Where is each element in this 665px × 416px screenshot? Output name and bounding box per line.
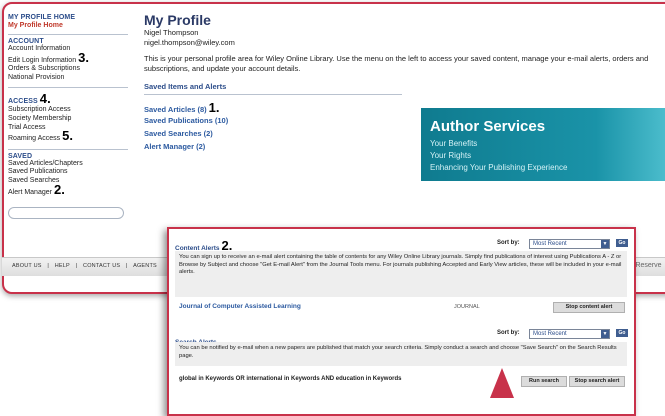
annotation-number: 3. <box>78 49 89 65</box>
stop-content-alert-button[interactable]: Stop content alert <box>553 302 625 313</box>
sidebar-search-pill[interactable] <box>8 207 124 220</box>
content-alerts-text: You can sign up to receive an e-mail ale… <box>179 254 622 275</box>
alert-manager-panel: Content Alerts 2. Sort by: Most Recent ▼ … <box>167 227 636 416</box>
search-alerts-text: You can be notified by e-mail when a new… <box>179 345 617 359</box>
user-name: Nigel Thompson <box>144 28 199 37</box>
sidebar-divider <box>8 87 128 89</box>
annotation-number: 1. <box>208 100 220 115</box>
annotation-number: 5. <box>62 128 73 144</box>
banner-line: Your Rights <box>430 151 472 160</box>
banner-line: Your Benefits <box>430 139 478 148</box>
go-button[interactable]: Go <box>616 329 628 337</box>
sidebar-item-subscription-access[interactable]: Subscription Access <box>8 106 128 115</box>
sort-label: Sort by: <box>497 240 520 246</box>
footer-separator: | <box>126 263 128 269</box>
banner-line: Enhancing Your Publishing Experience <box>430 163 568 172</box>
sidebar-item-alert-manager[interactable]: Alert Manager 2. <box>8 183 128 198</box>
sidebar-divider <box>8 148 128 150</box>
saved-search-query: global in Keywords OR international in K… <box>179 376 402 382</box>
sidebar: MY PROFILE HOME My Profile Home ACCOUNT … <box>8 14 128 220</box>
journal-link[interactable]: Journal of Computer Assisted Learning <box>179 303 301 310</box>
footer-separator: | <box>47 263 49 269</box>
sidebar-section-saved: SAVED <box>8 152 33 160</box>
sidebar-item-saved-searches[interactable]: Saved Searches <box>8 177 128 186</box>
saved-items-heading: Saved Items and Alerts <box>144 82 402 95</box>
footer-link-help[interactable]: HELP <box>55 263 70 269</box>
annotation-number: 4. <box>39 91 51 107</box>
sort-select[interactable]: Most Recent ▼ <box>529 329 610 339</box>
chevron-down-icon: ▼ <box>601 240 609 248</box>
sidebar-item-roaming-access[interactable]: Roaming Access 5. <box>8 129 128 144</box>
intro-text: This is your personal profile area for W… <box>144 54 649 73</box>
sidebar-profile-header: MY PROFILE HOME <box>8 14 76 21</box>
sidebar-item-saved-publications[interactable]: Saved Publications <box>8 168 128 177</box>
sidebar-divider <box>8 34 128 35</box>
search-alerts-info: You can be notified by e-mail when a new… <box>175 342 627 366</box>
stop-search-alert-button[interactable]: Stop search alert <box>569 376 625 387</box>
callout-arrow <box>490 368 514 398</box>
footer-link-about[interactable]: ABOUT US <box>12 263 42 269</box>
sidebar-item-edit-login[interactable]: Edit Login Information 3. <box>8 51 128 66</box>
sidebar-item-society-membership[interactable]: Society Membership <box>8 115 128 124</box>
footer-separator: | <box>75 263 78 269</box>
go-button[interactable]: Go <box>616 239 628 247</box>
footer-link-agents[interactable]: AGENTS <box>133 263 157 269</box>
footer-link-contact[interactable]: CONTACT US <box>83 263 120 269</box>
sidebar-item-national-provision[interactable]: National Provision <box>8 74 128 83</box>
sidebar-item-account-information[interactable]: Account Information <box>8 45 128 54</box>
annotation-number: 2. <box>53 181 65 197</box>
sidebar-section-account: ACCOUNT <box>8 38 44 45</box>
content-alerts-info: You can sign up to receive an e-mail ale… <box>175 251 627 297</box>
chevron-down-icon: ▼ <box>601 330 609 338</box>
footer-links: ABOUT US | HELP | CONTACT US | AGENTS <box>12 263 161 269</box>
sort-select[interactable]: Most Recent ▼ <box>529 239 610 249</box>
journal-type: JOURNAL <box>454 304 480 310</box>
page-title: My Profile <box>144 12 211 28</box>
sidebar-item-profile-home[interactable]: My Profile Home <box>8 22 128 29</box>
sidebar-section-access: ACCESS 4. <box>8 91 51 107</box>
sidebar-item-orders-subscriptions[interactable]: Orders & Subscriptions <box>8 65 128 74</box>
sort-label: Sort by: <box>497 330 520 336</box>
run-search-button[interactable]: Run search <box>521 376 567 387</box>
author-services-banner[interactable]: Author Services Your Benefits Your Right… <box>421 108 665 181</box>
sidebar-item-saved-articles[interactable]: Saved Articles/Chapters <box>8 160 128 169</box>
user-email: nigel.thompson@wiley.com <box>144 38 235 47</box>
banner-title: Author Services <box>430 118 546 135</box>
